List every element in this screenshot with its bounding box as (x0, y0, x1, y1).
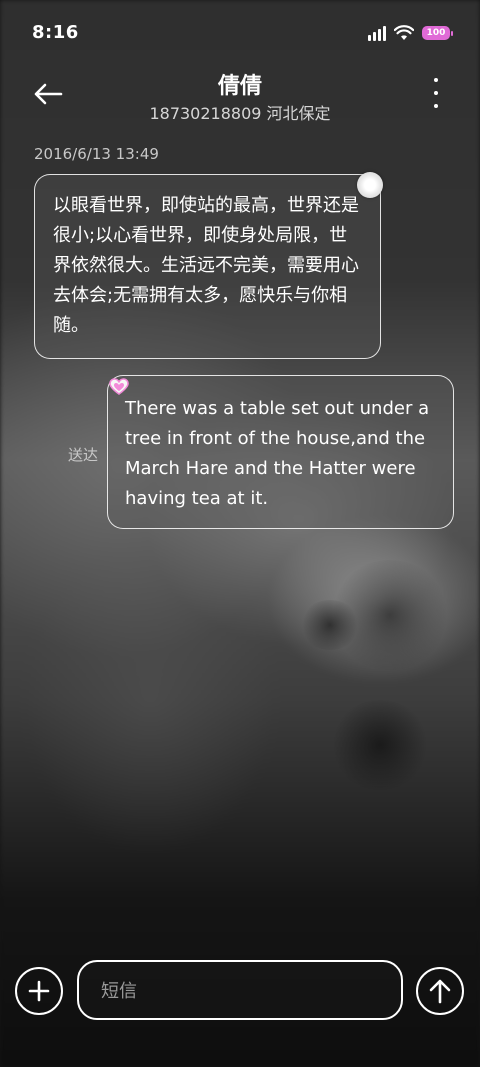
add-attachment-button[interactable] (15, 967, 63, 1015)
message-text: 以眼看世界，即使站的最高，世界还是很小;以心看世界，即使身处局限，世界依然很大。… (53, 195, 359, 336)
send-arrow-up-icon (429, 979, 451, 1004)
sms-input[interactable]: 短信 (77, 960, 403, 1020)
conversation-header: 倩倩 18730218809 河北保定 (0, 66, 480, 126)
status-bar: 8:16 100 (0, 0, 480, 66)
flower-icon (357, 172, 383, 198)
more-options-button[interactable] (428, 78, 444, 108)
message-text: There was a table set out under a tree i… (125, 398, 430, 509)
battery-level: 100 (426, 28, 446, 38)
wifi-icon (394, 25, 414, 40)
signal-icon (368, 25, 386, 41)
battery-icon: 100 (422, 26, 453, 40)
wallpaper-shade (330, 700, 430, 790)
heart-icon (108, 377, 130, 397)
sms-input-placeholder: 短信 (101, 981, 137, 1002)
send-button[interactable] (416, 967, 464, 1015)
outgoing-message-bubble[interactable]: There was a table set out under a tree i… (107, 375, 454, 529)
delivery-status: 送达 (68, 446, 99, 464)
contact-number-location: 18730218809 河北保定 (149, 104, 331, 123)
wallpaper-shade (300, 600, 360, 650)
message-timestamp: 2016/6/13 13:49 (34, 145, 159, 163)
more-vertical-icon (434, 78, 438, 82)
contact-name: 倩倩 (217, 74, 262, 99)
status-icons: 100 (368, 24, 453, 42)
status-time: 8:16 (32, 22, 79, 43)
plus-icon (28, 980, 50, 1002)
incoming-message-bubble[interactable]: 以眼看世界，即使站的最高，世界还是很小;以心看世界，即使身处局限，世界依然很大。… (34, 174, 381, 359)
message-composer: 短信 (0, 958, 480, 1022)
